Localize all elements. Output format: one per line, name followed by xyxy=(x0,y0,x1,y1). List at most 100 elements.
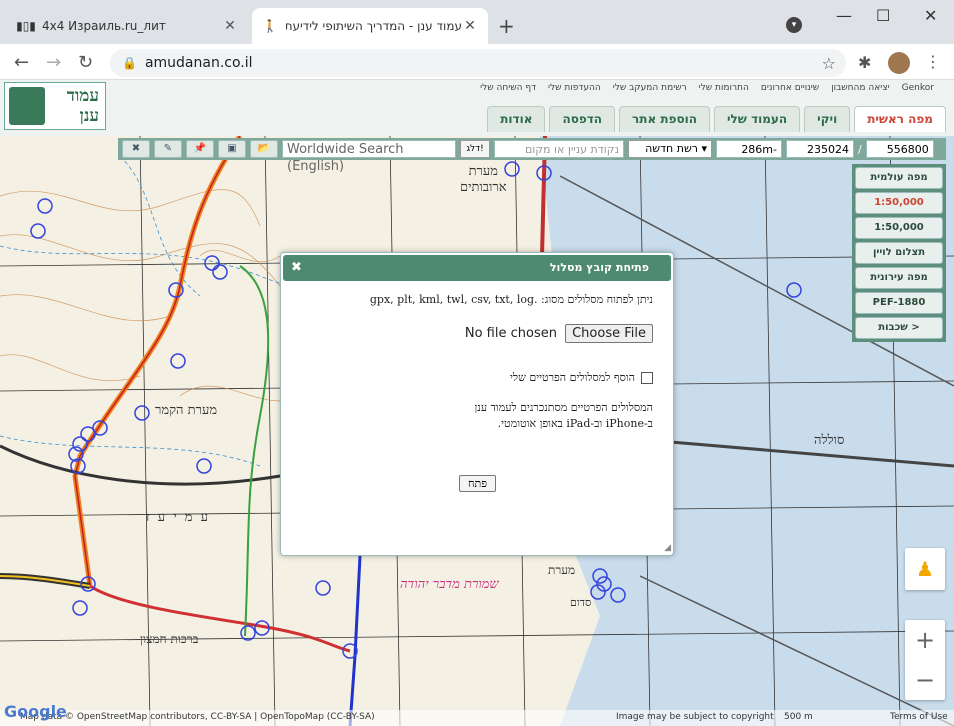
close-tab-icon[interactable]: ✕ xyxy=(222,18,238,34)
url-text: amudanan.co.il xyxy=(144,55,253,71)
tab-wiki[interactable]: ויקי xyxy=(804,106,851,132)
zoom-in-icon[interactable]: + xyxy=(905,620,945,660)
layer-urban[interactable]: מפה עירונית xyxy=(855,267,943,289)
map-label-pools: ברכות חמצון xyxy=(140,632,199,646)
filetypes-line: ניתן לפתוח מסלולים מסוג: .gpx, plt, kml,… xyxy=(291,293,653,306)
map-label-amiaz: ע מ י ע ז xyxy=(146,510,210,525)
reload-icon[interactable]: ↻ xyxy=(78,52,93,73)
close-icon[interactable]: ✖ xyxy=(291,255,302,281)
site-logo[interactable]: עמוד ענן xyxy=(4,82,106,130)
menu-kebab-icon[interactable]: ⋮ xyxy=(925,52,941,71)
dialog-header: פתיחת קובץ מסלול ✖ xyxy=(283,255,671,281)
filetypes-label: ניתן לפתוח מסלולים מסוג: xyxy=(541,293,653,306)
private-tracks-row: הוסף למסלולים הפרטיים שלי xyxy=(291,371,653,384)
dialog-body: ניתן לפתוח מסלולים מסוג: .gpx, plt, kml,… xyxy=(291,293,653,432)
worldwide-search-input[interactable]: Worldwide Search (English) xyxy=(282,140,456,174)
barcode-favicon-icon: ▮▯▮ xyxy=(16,19,36,33)
save-icon[interactable]: ▣ xyxy=(218,140,246,158)
main-menu: מפה ראשית ויקי העמוד שלי הוספת אתר הדפסה… xyxy=(487,106,946,132)
tab-about[interactable]: אודות xyxy=(487,106,546,132)
coord-x-field[interactable]: 556800 xyxy=(865,140,934,158)
tab-title: 4x4 Израиль.ru_лит xyxy=(42,19,166,33)
terms-link[interactable]: Terms of Use xyxy=(890,712,948,722)
grid-select[interactable]: ▾ רשת חדשה xyxy=(628,140,712,158)
layer-satellite[interactable]: תצלום לויין xyxy=(855,242,943,264)
browser-tab-bar: ▮▯▮ 4x4 Израиль.ru_лит ✕ 🚶 עמוד ענן - המ… xyxy=(0,0,954,44)
tab-my-page[interactable]: העמוד שלי xyxy=(714,106,801,132)
lock-icon[interactable]: 🔒 xyxy=(122,56,137,70)
user-link-watchlist[interactable]: רשימת המעקב שלי xyxy=(613,83,687,93)
map-label-cave-arubotim: מערת ארובותים xyxy=(460,164,507,195)
map-attribution: Map data © OpenStreetMap contributors, C… xyxy=(0,710,954,726)
layer-more[interactable]: שכבות > xyxy=(855,317,943,339)
layer-50k[interactable]: 1:50,000 xyxy=(855,192,943,214)
open-button[interactable]: פתח xyxy=(459,475,496,492)
pin-icon[interactable]: 📌 xyxy=(186,140,214,158)
hiker-favicon-icon: 🚶 xyxy=(262,19,278,33)
layer-50k-classic[interactable]: 1:50,000 קלאסית xyxy=(855,217,943,253)
zoom-out-icon[interactable]: − xyxy=(905,660,945,700)
clear-icon[interactable]: ✖ xyxy=(122,140,150,158)
user-link-username[interactable]: Genkor xyxy=(902,83,934,93)
sync-note-line2: ב-iPhone וב-iPad באופן אוטומטי. xyxy=(497,417,653,430)
scale-bar[interactable]: 500 m xyxy=(784,712,813,722)
site-header: עמוד ענן Genkor יציאה מהחשבון שינויים אח… xyxy=(0,80,954,136)
browser-tab-4x4[interactable]: ▮▯▮ 4x4 Израиль.ru_лит ✕ xyxy=(8,8,248,44)
layers-panel: מפה עולמית 1:50,000 1:50,000 קלאסית תצלו… xyxy=(852,164,946,342)
go-button[interactable]: דלג! xyxy=(460,140,490,158)
map-label-reserve: שמורת מדבר יהודה xyxy=(400,577,499,592)
tab-add-site[interactable]: הוספת אתר xyxy=(619,106,710,132)
forward-icon[interactable]: → xyxy=(46,52,61,73)
coord-y-field[interactable]: 235024 xyxy=(786,140,854,158)
elevation-field[interactable]: 286m- xyxy=(716,140,782,158)
minimize-icon[interactable]: — xyxy=(836,6,852,25)
user-links: Genkor יציאה מהחשבון שינויים אחרונים התר… xyxy=(480,83,934,93)
user-link-preferences[interactable]: ההעדפות שלי xyxy=(548,83,601,93)
map-label-cave3: מערת xyxy=(548,563,576,577)
poi-search-input[interactable]: נקודת עניין או מקום xyxy=(494,140,624,158)
private-tracks-label: הוסף למסלולים הפרטיים שלי xyxy=(510,371,635,384)
maximize-icon[interactable]: ☐ xyxy=(876,6,890,25)
tab-print[interactable]: הדפסה xyxy=(549,106,616,132)
profile-avatar[interactable] xyxy=(888,52,910,74)
open-track-dialog: פתיחת קובץ מסלול ✖ ניתן לפתוח מסלולים מס… xyxy=(280,252,674,556)
google-logo: Google xyxy=(4,702,67,721)
layer-world-map[interactable]: מפה עולמית xyxy=(855,167,943,189)
user-link-contributions[interactable]: התרומות שלי xyxy=(699,83,749,93)
back-icon[interactable]: ← xyxy=(14,52,29,73)
map-label-cave-hakamar: מערת הקמר xyxy=(155,403,218,418)
browser-toolbar: ← → ↻ 🔒 amudanan.co.il ☆ ✱ ⋮ xyxy=(0,44,954,80)
coord-separator: / xyxy=(858,142,862,156)
close-tab-icon[interactable]: ✕ xyxy=(462,18,478,34)
sync-note: המסלולים הפרטיים מסתנכרנים לעמוד ענן ב-i… xyxy=(291,400,654,432)
private-tracks-checkbox[interactable] xyxy=(641,371,653,384)
tab-title: עמוד ענן - המדריך השיתופי לידיעת xyxy=(286,19,462,33)
sync-note-line1: המסלולים הפרטיים מסתנכרנים לעמוד ענן xyxy=(474,401,654,414)
layer-pef-1880[interactable]: PEF-1880 xyxy=(855,292,943,314)
pencil-icon[interactable]: ✎ xyxy=(154,140,182,158)
user-link-talk[interactable]: דף השיחה שלי xyxy=(480,83,536,93)
folder-open-icon[interactable]: 📂 xyxy=(250,140,278,158)
bookmark-star-icon[interactable]: ☆ xyxy=(822,54,836,73)
choose-file-button[interactable]: Choose File xyxy=(565,324,653,343)
map-label-solla: סוללה xyxy=(814,433,845,448)
dialog-title: פתיחת קובץ מסלול xyxy=(549,261,649,274)
file-input[interactable]: No file chosen Choose File xyxy=(291,324,653,343)
resize-handle-icon[interactable]: ◢ xyxy=(664,543,671,553)
logo-text: עמוד ענן xyxy=(66,86,99,126)
logo-mark-icon xyxy=(9,87,45,125)
tab-search-icon[interactable]: ▾ xyxy=(786,17,802,33)
tab-main-map[interactable]: מפה ראשית xyxy=(854,106,946,132)
new-tab-icon[interactable]: + xyxy=(498,14,515,38)
user-link-logout[interactable]: יציאה מהחשבון xyxy=(831,83,889,93)
browser-tab-amudanan[interactable]: 🚶 עמוד ענן - המדריך השיתופי לידיעת ✕ xyxy=(252,8,488,44)
address-bar[interactable]: 🔒 amudanan.co.il ☆ xyxy=(110,49,846,77)
extensions-puzzle-icon[interactable]: ✱ xyxy=(858,53,871,72)
imagery-copyright: Image may be subject to copyright xyxy=(616,712,774,722)
close-window-icon[interactable]: ✕ xyxy=(924,6,937,25)
pegman-icon[interactable]: ♟ xyxy=(905,548,945,590)
copyright-text[interactable]: Map data © OpenStreetMap contributors, C… xyxy=(20,712,375,722)
filetypes-list: .gpx, plt, kml, twl, csv, txt, log xyxy=(369,293,538,306)
user-link-recent-changes[interactable]: שינויים אחרונים xyxy=(761,83,819,93)
map-toolbar: ✖ ✎ 📌 ▣ 📂 Worldwide Search (English) דלג… xyxy=(118,138,946,174)
